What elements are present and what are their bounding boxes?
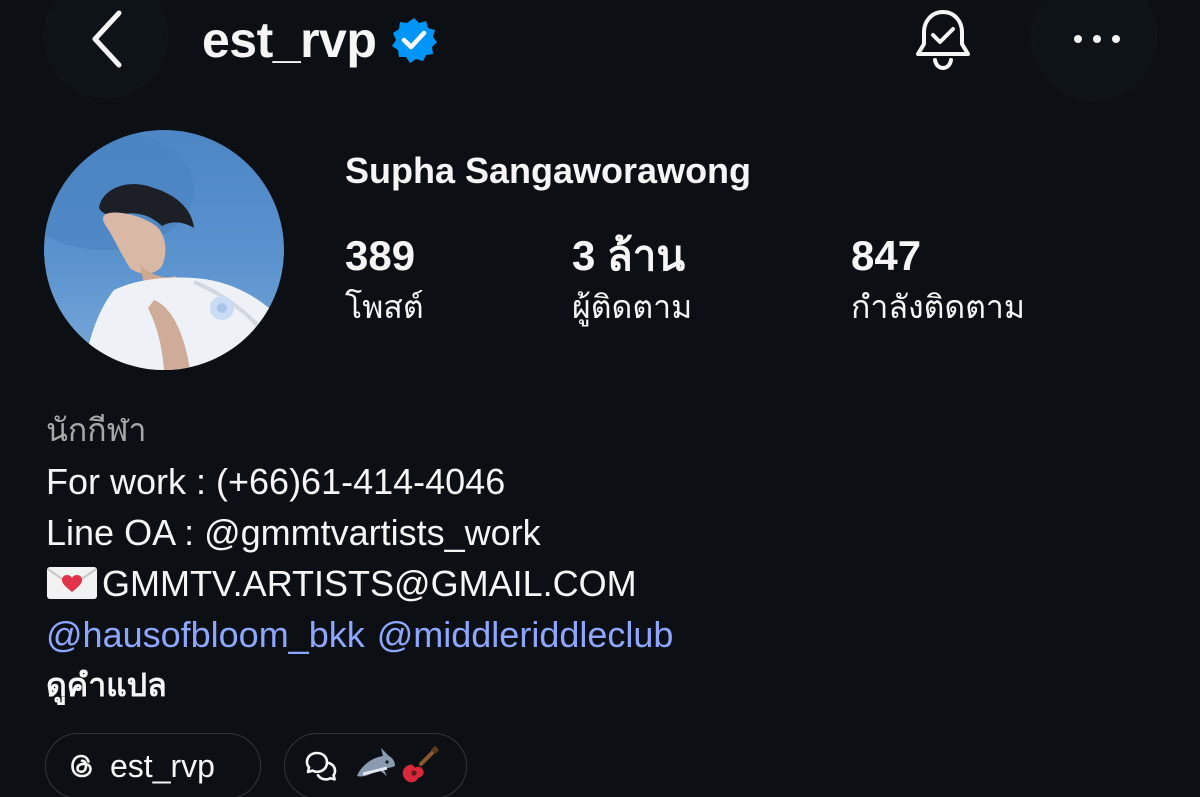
following-stat[interactable]: 847 กำลังติดตาม	[851, 230, 1025, 330]
bell-check-icon[interactable]	[912, 8, 974, 72]
bio-work-contact: For work : (+66)61-414-4046	[46, 461, 506, 502]
more-horizontal-icon	[1074, 35, 1120, 43]
shark-emoji	[357, 748, 395, 777]
avatar-photo	[44, 130, 284, 370]
header-username: est_rvp	[202, 12, 377, 68]
posts-stat[interactable]: 389 โพสต์	[345, 230, 424, 330]
chevron-left-icon	[92, 10, 122, 68]
header-username-group: est_rvp	[202, 8, 438, 72]
bio-category: นักกีฬา	[46, 411, 147, 449]
following-count: 847	[851, 232, 922, 279]
note-emojis	[353, 746, 439, 786]
threads-profile-chip[interactable]: est_rvp	[45, 733, 261, 797]
guitar-emoji	[402, 746, 439, 783]
followers-stat[interactable]: 3 ล้าน ผู้ติดตาม	[572, 230, 692, 330]
followers-label: ผู้ติดตาม	[572, 288, 693, 326]
threads-icon	[71, 754, 92, 778]
bio-email-line: GMMTV.ARTISTS@GMAIL.COM	[46, 558, 1166, 609]
profile-bio: นักกีฬา For work : (+66)61-414-4046 Line…	[46, 405, 1166, 711]
back-button[interactable]	[45, 0, 167, 97]
followers-count: 3 ล้าน	[572, 232, 686, 279]
bio-line-oa: Line OA : @gmmtvartists_work	[46, 512, 541, 553]
posts-label: โพสต์	[345, 288, 424, 326]
see-translation-link[interactable]: ดูคำแปล	[46, 660, 1166, 711]
mention-link-hausofbloom[interactable]: @hausofbloom_bkk	[46, 614, 365, 655]
verified-badge-icon	[392, 18, 438, 63]
note-chip[interactable]	[284, 733, 467, 797]
posts-count: 389	[345, 232, 416, 279]
mention-link-middleriddleclub[interactable]: @middleriddleclub	[377, 614, 674, 655]
profile-avatar[interactable]	[44, 130, 284, 370]
following-label: กำลังติดตาม	[851, 288, 1025, 326]
bio-mentions: @hausofbloom_bkk @middleriddleclub	[46, 609, 1166, 660]
profile-page: est_rvp Supha Sangaworawong 389 โพสต์ 3 …	[0, 0, 1200, 797]
chat-bubbles-icon	[305, 751, 337, 781]
threads-username: est_rvp	[110, 747, 215, 784]
more-options-button[interactable]	[1032, 0, 1156, 99]
love-letter-icon	[47, 567, 97, 599]
bio-email[interactable]: GMMTV.ARTISTS@GMAIL.COM	[102, 563, 637, 604]
profile-full-name: Supha Sangaworawong	[345, 150, 752, 191]
